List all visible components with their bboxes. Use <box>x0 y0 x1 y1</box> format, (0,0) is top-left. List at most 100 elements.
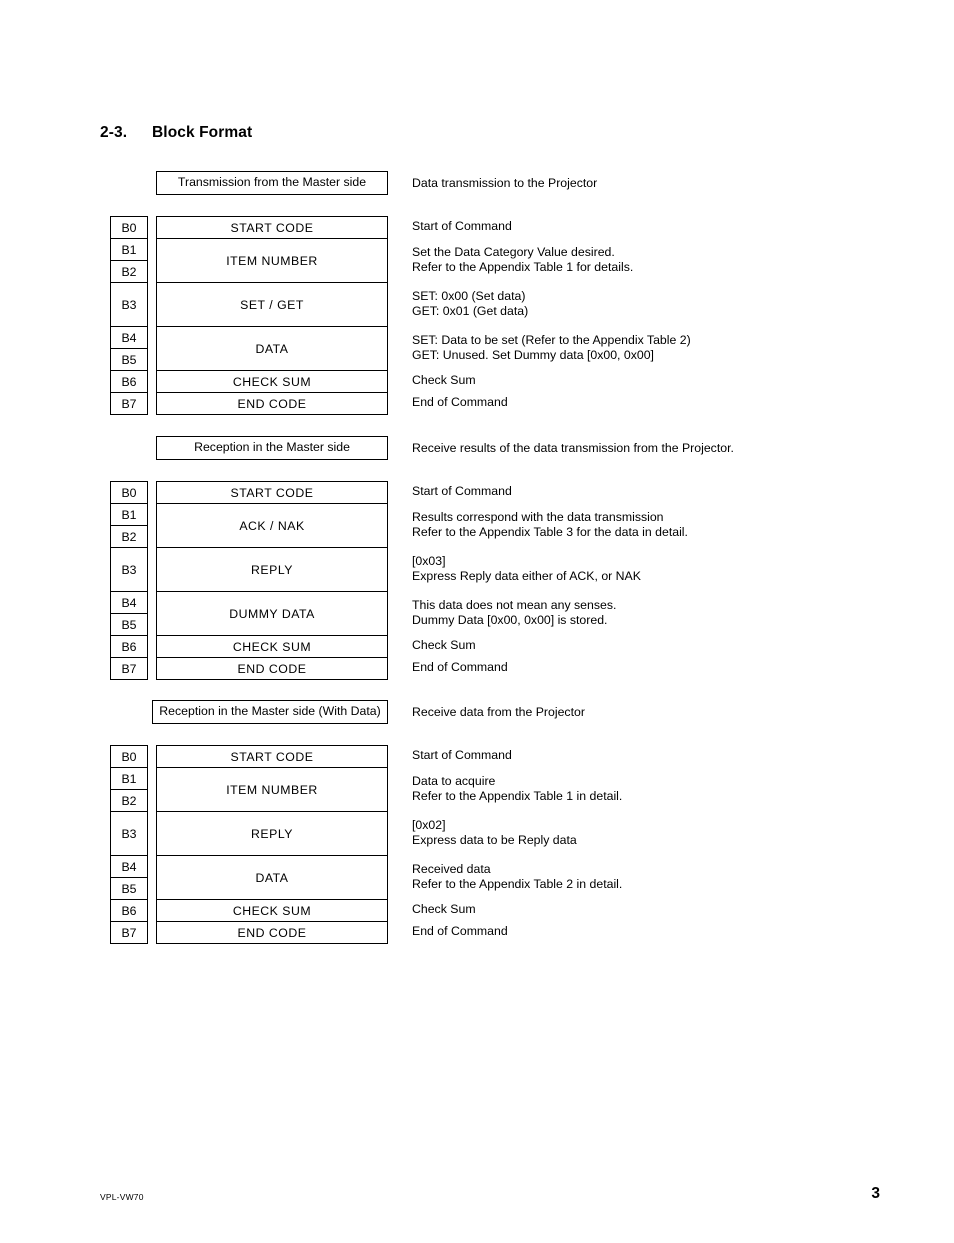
annotation-line: This data does not mean any senses. <box>412 597 617 612</box>
annotation-cell: SET: 0x00 (Set data) GET: 0x01 (Get data) <box>412 282 882 326</box>
byte-index-cell: B2 <box>111 790 147 812</box>
annotation-line: Refer to the Appendix Table 3 for the da… <box>412 525 688 539</box>
byte-index-cell: B3 <box>111 548 147 592</box>
byte-index-cell: B2 <box>111 526 147 548</box>
block-title-note: Receive results of the data transmission… <box>412 441 734 455</box>
field-name-cell: REPLY <box>157 812 387 856</box>
field-name-cell: DATA <box>157 856 387 900</box>
byte-index-cell: B0 <box>111 482 147 504</box>
field-name-cell: ITEM NUMBER <box>157 239 387 283</box>
annotation-cell: Start of Command <box>412 216 882 238</box>
field-name-cell: START CODE <box>157 217 387 239</box>
field-name-cell: DATA <box>157 327 387 371</box>
field-name-cell: CHECK SUM <box>157 900 387 922</box>
annotation-cell: [0x03] Express Reply data either of ACK, … <box>412 547 882 591</box>
annotation-line: Refer to the Appendix Table 1 for detail… <box>412 260 634 274</box>
annotation-line: GET: Unused. Set Dummy data [0x00, 0x00] <box>412 348 654 362</box>
annotation-cell: End of Command <box>412 392 882 414</box>
document-page: 2-3. Block Format Transmission from the M… <box>0 0 954 1243</box>
annotation-cell: Check Sum <box>412 899 882 921</box>
annotation-cell: End of Command <box>412 921 882 943</box>
field-name-cell: CHECK SUM <box>157 371 387 393</box>
annotation-line: Set the Data Category Value desired. <box>412 244 615 259</box>
annotation-line: Refer to the Appendix Table 1 in detail. <box>412 789 623 803</box>
annotation-cell: Start of Command <box>412 745 882 767</box>
byte-index-column: B0 B1 B2 B3 B4 B5 B6 B7 <box>110 481 148 680</box>
byte-index-column: B0 B1 B2 B3 B4 B5 B6 B7 <box>110 216 148 415</box>
annotation-line: Refer to the Appendix Table 2 in detail. <box>412 877 623 891</box>
byte-index-cell: B1 <box>111 504 147 526</box>
block-title-box: Reception in the Master side <box>156 436 388 460</box>
byte-index-cell: B0 <box>111 217 147 239</box>
byte-index-cell: B6 <box>111 636 147 658</box>
byte-index-column: B0 B1 B2 B3 B4 B5 B6 B7 <box>110 745 148 944</box>
annotation-cell: Check Sum <box>412 370 882 392</box>
section-title: Block Format <box>152 124 253 142</box>
annotation-line: SET: Data to be set (Refer to the Append… <box>412 332 691 347</box>
annotation-cell: Received data Refer to the Appendix Table… <box>412 855 882 899</box>
annotation-line: Data to acquire <box>412 773 496 788</box>
byte-index-cell: B5 <box>111 614 147 636</box>
field-name-cell: END CODE <box>157 393 387 415</box>
annotation-cell: SET: Data to be set (Refer to the Append… <box>412 326 882 370</box>
field-name-column: START CODE ITEM NUMBER SET / GET DATA CHECK … <box>156 216 388 415</box>
annotation-column: Start of Command Data to acquire Refer to … <box>412 745 882 943</box>
field-name-cell: END CODE <box>157 922 387 944</box>
annotation-line: Check Sum <box>412 902 476 917</box>
byte-index-cell: B3 <box>111 812 147 856</box>
annotation-line: Start of Command <box>412 219 512 234</box>
byte-index-cell: B6 <box>111 371 147 393</box>
byte-index-cell: B0 <box>111 746 147 768</box>
footer-page-number: 3 <box>871 1185 880 1202</box>
annotation-cell: Set the Data Category Value desired. Refe… <box>412 238 882 282</box>
byte-index-cell: B1 <box>111 768 147 790</box>
annotation-line: Check Sum <box>412 373 476 388</box>
block-title-box: Transmission from the Master side <box>156 171 388 195</box>
byte-index-cell: B6 <box>111 900 147 922</box>
field-name-column: START CODE ACK / NAK REPLY DUMMY DATA CHECK … <box>156 481 388 680</box>
annotation-cell: This data does not mean any senses. Dummy… <box>412 591 882 635</box>
annotation-cell: Data to acquire Refer to the Appendix Tab… <box>412 767 882 811</box>
annotation-line: Start of Command <box>412 484 512 499</box>
annotation-cell: End of Command <box>412 657 882 679</box>
annotation-line: [0x03] <box>412 553 446 568</box>
annotation-line: Check Sum <box>412 638 476 653</box>
annotation-cell: Check Sum <box>412 635 882 657</box>
annotation-line: Start of Command <box>412 748 512 763</box>
field-name-cell: CHECK SUM <box>157 636 387 658</box>
byte-index-cell: B4 <box>111 592 147 614</box>
byte-index-cell: B7 <box>111 922 147 944</box>
annotation-column: Start of Command Results correspond with … <box>412 481 882 679</box>
field-name-cell: END CODE <box>157 658 387 680</box>
byte-index-cell: B5 <box>111 349 147 371</box>
byte-index-cell: B1 <box>111 239 147 261</box>
annotation-column: Start of Command Set the Data Category Va… <box>412 216 882 414</box>
field-name-column: START CODE ITEM NUMBER REPLY DATA CHECK SUM E… <box>156 745 388 944</box>
field-name-cell: ACK / NAK <box>157 504 387 548</box>
annotation-line: Received data <box>412 861 491 876</box>
annotation-line: Express data to be Reply data <box>412 833 577 847</box>
annotation-line: GET: 0x01 (Get data) <box>412 304 529 318</box>
block-title-note: Data transmission to the Projector <box>412 176 598 190</box>
footer-model-name: VPL-VW70 <box>100 1192 144 1202</box>
byte-index-cell: B2 <box>111 261 147 283</box>
annotation-cell: [0x02] Express data to be Reply data <box>412 811 882 855</box>
field-name-cell: START CODE <box>157 482 387 504</box>
field-name-cell: START CODE <box>157 746 387 768</box>
annotation-cell: Results correspond with the data transmi… <box>412 503 882 547</box>
annotation-line: End of Command <box>412 395 508 410</box>
byte-index-cell: B5 <box>111 878 147 900</box>
field-name-cell: ITEM NUMBER <box>157 768 387 812</box>
byte-index-cell: B4 <box>111 327 147 349</box>
annotation-line: Express Reply data either of ACK, or NAK <box>412 569 641 583</box>
block-title-note: Receive data from the Projector <box>412 705 585 719</box>
annotation-line: End of Command <box>412 924 508 939</box>
section-number: 2-3. <box>100 124 128 142</box>
field-name-cell: SET / GET <box>157 283 387 327</box>
byte-index-cell: B4 <box>111 856 147 878</box>
field-name-cell: REPLY <box>157 548 387 592</box>
annotation-line: SET: 0x00 (Set data) <box>412 288 526 303</box>
annotation-line: [0x02] <box>412 817 446 832</box>
byte-index-cell: B7 <box>111 393 147 415</box>
annotation-line: Dummy Data [0x00, 0x00] is stored. <box>412 613 608 627</box>
